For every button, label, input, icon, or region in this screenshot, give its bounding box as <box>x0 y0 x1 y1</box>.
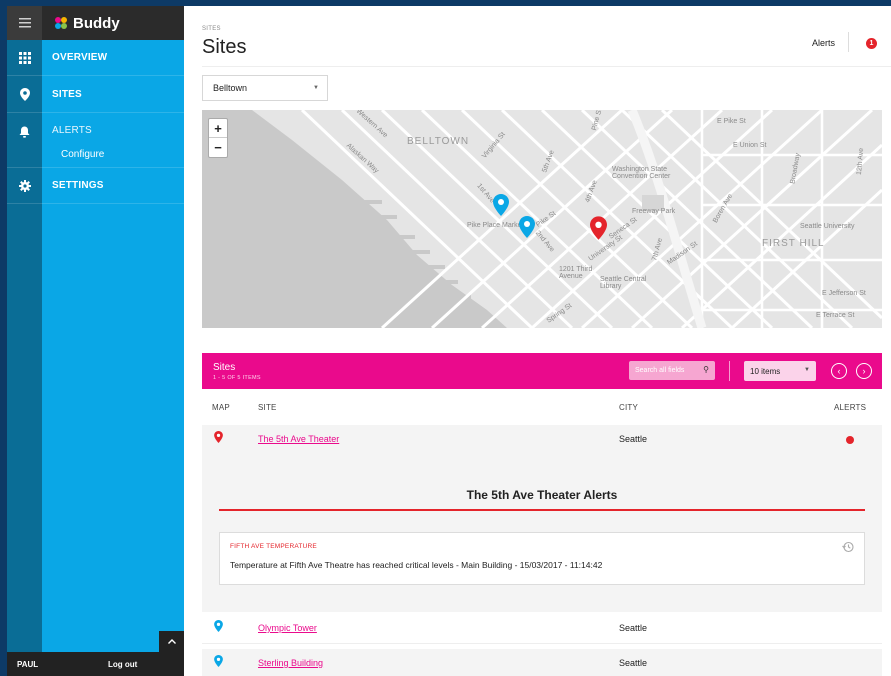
sidebar-item-overview[interactable]: OVERVIEW <box>7 40 184 76</box>
chevron-left-icon: ‹ <box>837 365 841 376</box>
map-pin-icon <box>19 88 30 101</box>
user-name: PAUL <box>17 660 39 669</box>
sidebar-item-label: SITES <box>52 89 82 100</box>
zoom-in-button[interactable]: + <box>209 119 227 138</box>
chevron-up-icon <box>167 639 176 644</box>
sites-search-input[interactable]: Search all fields ⚲ <box>629 361 715 380</box>
hamburger-icon <box>18 18 31 28</box>
sidebar-item-settings[interactable]: SETTINGS <box>7 168 184 204</box>
alert-message: Temperature at Fifth Ave Theatre has rea… <box>230 560 603 570</box>
previous-page-button[interactable]: ‹ <box>831 363 847 379</box>
caret-down-icon: ▼ <box>313 85 319 91</box>
map-label: FIRST HILL <box>762 238 825 249</box>
site-city: Seattle <box>619 623 648 633</box>
items-per-page-select[interactable]: 10 items ▼ <box>744 361 816 381</box>
search-icon[interactable]: ⚲ <box>703 365 709 374</box>
buddy-logo-icon <box>55 17 67 29</box>
alert-indicator <box>846 436 854 444</box>
sidebar-topbar: Buddy <box>7 6 184 40</box>
brand-logo[interactable]: Buddy <box>53 14 120 32</box>
site-link[interactable]: Sterling Building <box>258 658 323 668</box>
logout-link[interactable]: Log out <box>108 660 137 669</box>
items-per-page-value: 10 items <box>750 366 781 376</box>
breadcrumb: SITES <box>202 26 221 32</box>
table-row[interactable]: The 5th Ave Theater Seattle <box>202 425 882 455</box>
map-marker-red-icon <box>214 431 223 443</box>
collapse-sidebar-button[interactable] <box>159 631 184 652</box>
sidebar-item-sites[interactable]: SITES <box>7 77 184 113</box>
bell-icon <box>19 126 30 138</box>
gear-icon <box>18 179 31 192</box>
sidebar-item-label: SETTINGS <box>52 180 104 191</box>
alerts-count-badge[interactable]: 1 <box>866 38 877 49</box>
sidebar-footer: PAUL Log out <box>7 652 184 676</box>
map-marker-red-icon[interactable] <box>590 216 607 240</box>
map-label: Pike Place Market <box>467 222 524 229</box>
header-divider <box>848 32 849 52</box>
site-city: Seattle <box>619 434 648 444</box>
alerts-divider <box>219 509 865 511</box>
map-marker-blue-icon <box>214 620 223 632</box>
site-alerts-panel: The 5th Ave Theater Alerts FIFTH AVE TEM… <box>202 455 882 612</box>
site-alerts-title: The 5th Ave Theater Alerts <box>466 488 618 502</box>
map-label: E Jefferson St <box>822 290 866 297</box>
sites-panel-title: Sites <box>213 362 236 373</box>
sidebar-item-label: ALERTS <box>52 125 92 136</box>
map-label: Freeway Park <box>632 208 676 215</box>
main-content: SITES Sites Alerts 1 Belltown ▼ + − BELL… <box>184 6 891 676</box>
map-label: E Pike St <box>717 118 746 125</box>
map-label: BELLTOWN <box>407 136 470 147</box>
site-city: Seattle <box>619 658 648 668</box>
map-label: Seattle Central Library <box>600 276 647 290</box>
brand-name: Buddy <box>73 14 120 32</box>
table-row[interactable]: Sterling Building Seattle <box>202 649 882 676</box>
grid-icon <box>18 51 31 64</box>
alert-category: FIFTH AVE TEMPERATURE <box>230 543 317 550</box>
header-alerts-link[interactable]: Alerts <box>812 38 835 48</box>
map-label: E Union St <box>733 142 767 149</box>
sites-table-header: MAP SITE CITY ALERTS <box>202 389 882 425</box>
column-header-alerts[interactable]: ALERTS <box>834 403 866 412</box>
sidebar-subitem-configure[interactable]: Configure <box>61 149 104 160</box>
map-zoom-controls: + − <box>208 118 228 158</box>
site-link[interactable]: Olympic Tower <box>258 623 317 633</box>
site-link[interactable]: The 5th Ave Theater <box>258 434 339 444</box>
caret-down-icon: ▼ <box>804 367 810 373</box>
page-title: Sites <box>202 36 247 58</box>
column-header-site[interactable]: SITE <box>258 403 277 412</box>
search-placeholder: Search all fields <box>635 367 685 374</box>
alert-card: FIFTH AVE TEMPERATURE Temperature at Fif… <box>219 532 865 585</box>
history-icon[interactable] <box>842 541 854 553</box>
app-window: Buddy OVERVIEW SITES ALERTS Configure SE… <box>7 6 891 676</box>
chevron-right-icon: › <box>862 365 866 376</box>
next-page-button[interactable]: › <box>856 363 872 379</box>
sites-panel-header: Sites 1 - 5 OF 5 ITEMS Search all fields… <box>202 353 882 389</box>
sites-map[interactable]: + − BELLTOWN FIRST HILL Pike Place Marke… <box>202 110 882 328</box>
map-label: Seattle University <box>800 223 855 230</box>
map-label: 1201 Third Avenue <box>559 266 593 280</box>
zoom-out-button[interactable]: − <box>209 138 227 157</box>
map-marker-blue-icon[interactable] <box>519 216 535 238</box>
map-label: E Terrace St <box>816 312 855 319</box>
neighborhood-select[interactable]: Belltown ▼ <box>202 75 328 101</box>
map-label: Washington State Convention Center <box>612 166 671 180</box>
header-divider <box>729 361 730 381</box>
column-header-map[interactable]: MAP <box>212 403 230 412</box>
table-row[interactable]: Olympic Tower Seattle <box>202 614 882 644</box>
header-divider-line <box>202 66 891 67</box>
sidebar-item-label: OVERVIEW <box>52 52 108 63</box>
map-marker-blue-icon <box>214 655 223 667</box>
neighborhood-select-value: Belltown <box>213 83 248 93</box>
map-marker-blue-icon[interactable] <box>493 194 509 216</box>
hamburger-menu-button[interactable] <box>7 6 42 40</box>
column-header-city[interactable]: CITY <box>619 403 638 412</box>
sites-item-count: 1 - 5 OF 5 ITEMS <box>213 375 261 381</box>
